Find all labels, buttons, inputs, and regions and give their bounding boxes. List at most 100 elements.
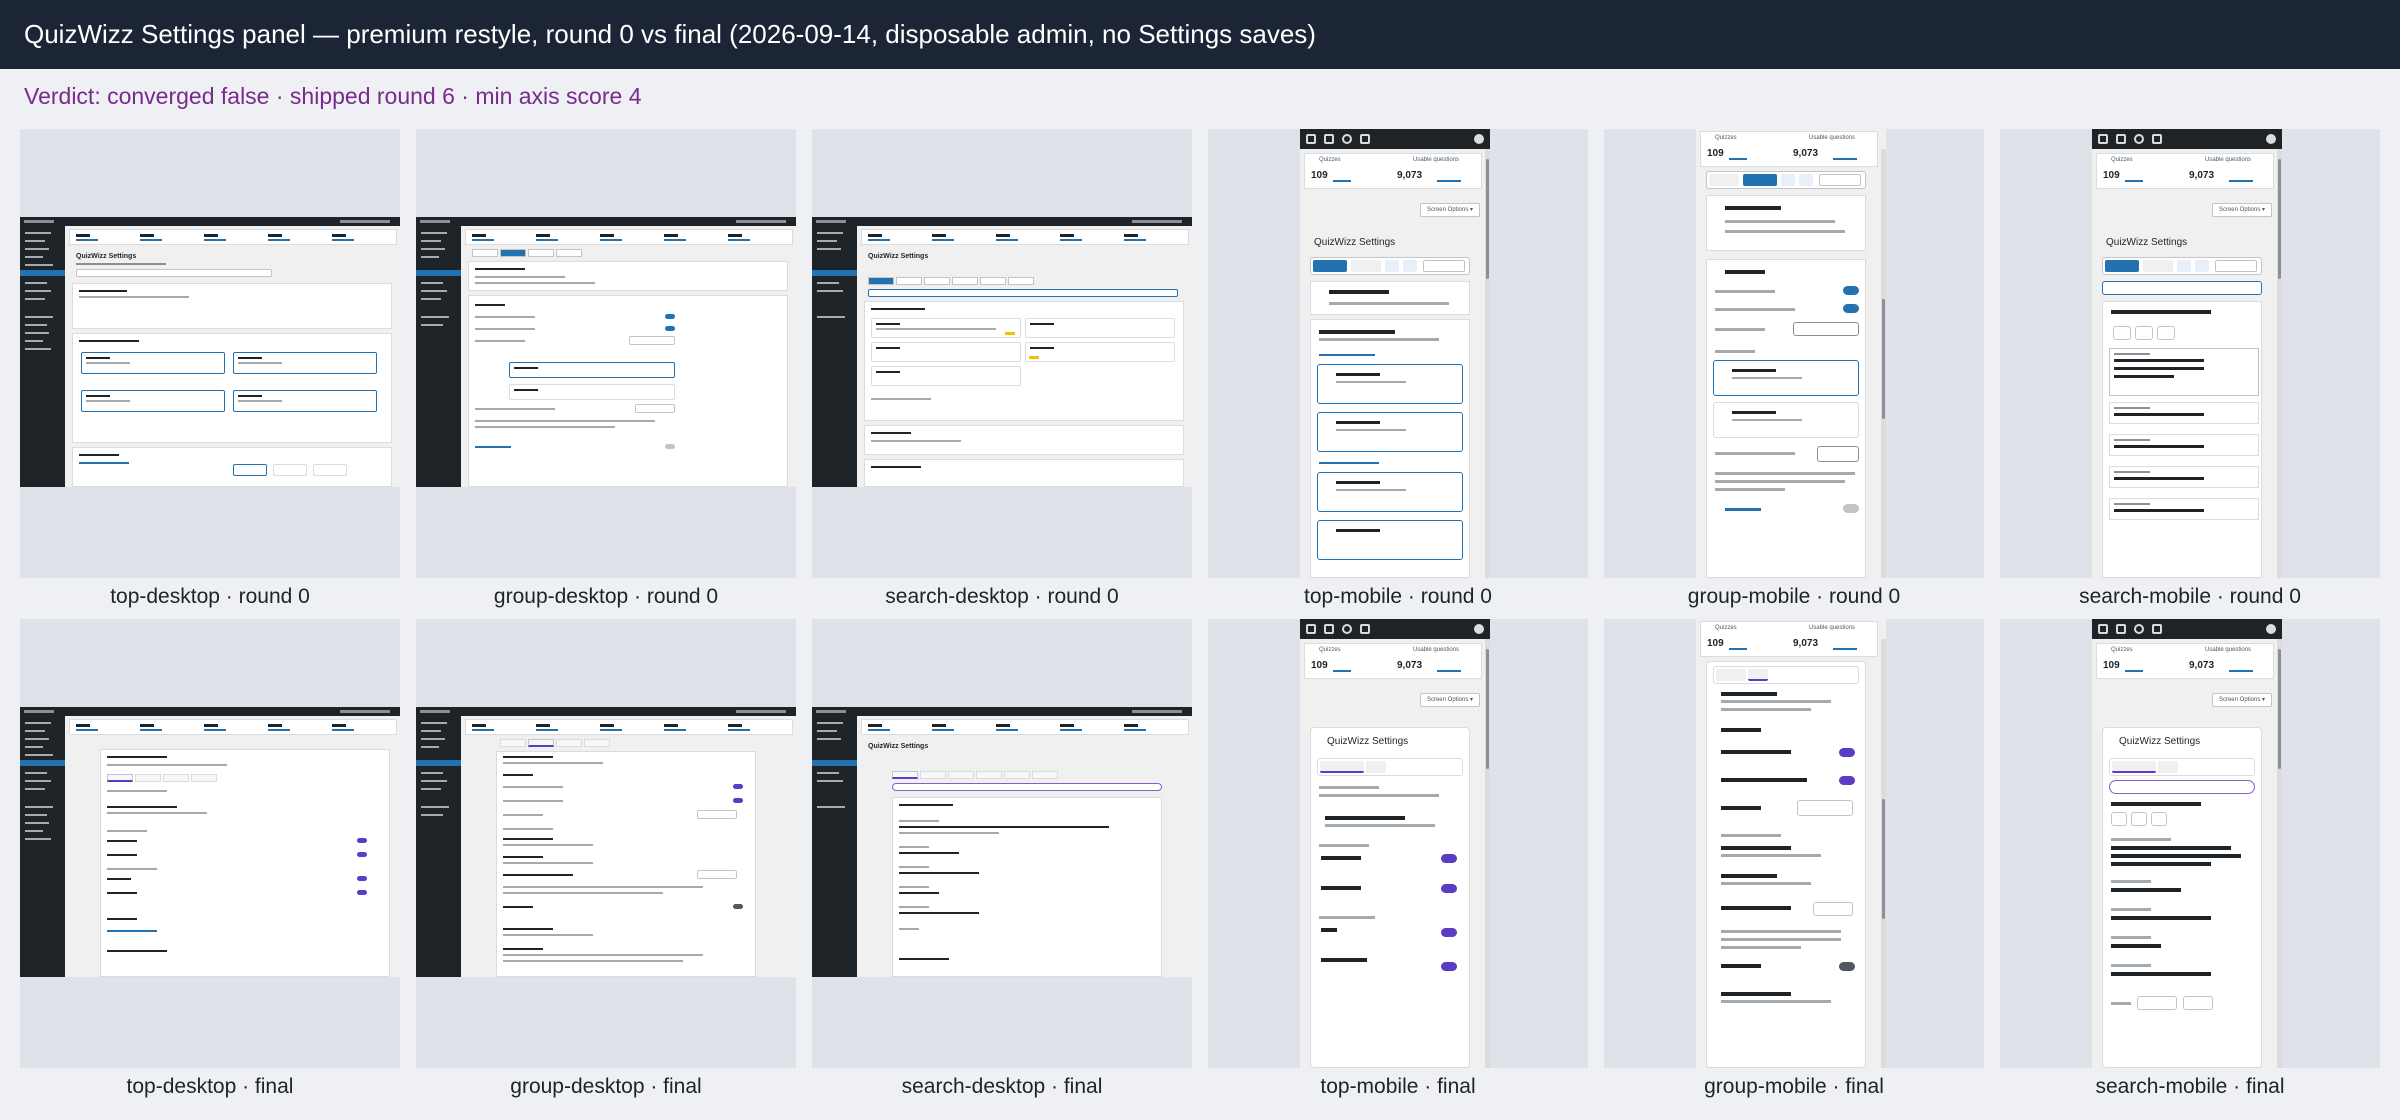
stats-strip — [861, 229, 1189, 245]
stats-strip — [69, 719, 397, 735]
screenshot-frame — [20, 619, 400, 1068]
shot-caption: top-desktop · round 0 — [110, 585, 310, 608]
shot-caption: group-desktop · final — [510, 1075, 702, 1098]
screen-options-button[interactable]: Screen Options ▾ — [2212, 693, 2272, 707]
mobile-screenshot: Quizzes Usable questions 109 9,073 Scree… — [2092, 129, 2282, 578]
desktop-screenshot: QuizWizz Settings — [20, 217, 400, 487]
mobile-screenshot: Quizzes Usable questions 109 9,073 Scree… — [1300, 129, 1490, 578]
admin-bar — [416, 707, 796, 716]
screenshot-frame: QuizWizz Settings — [812, 129, 1192, 578]
mobile-screenshot: Quizzes Usable questions 109 9,073 — [1696, 619, 1886, 1068]
group-tabs[interactable] — [1706, 171, 1866, 189]
admin-bar — [812, 707, 1192, 716]
desktop-screenshot — [416, 217, 796, 487]
online-player-panel — [468, 261, 788, 291]
desktop-screenshot — [20, 707, 400, 977]
stats-strip — [69, 229, 397, 245]
screenshot-frame: Quizzes Usable questions 109 9,073 Scree… — [1208, 619, 1588, 1068]
settings-title: QuizWizz Settings — [76, 253, 137, 260]
screen-options-button[interactable]: Screen Options ▾ — [2212, 203, 2272, 217]
admin-bar — [1300, 619, 1490, 639]
feedback-panel — [496, 751, 756, 977]
shot-caption: search-desktop · final — [901, 1075, 1103, 1098]
experiences-card — [1310, 319, 1470, 578]
general-defaults-card — [1310, 281, 1470, 315]
settings-search[interactable] — [76, 269, 272, 277]
settings-panel: QuizWizz Settings — [1310, 727, 1470, 1068]
desktop-screenshot — [416, 707, 796, 977]
admin-bar — [812, 217, 1192, 226]
experiences-panel — [864, 459, 1184, 487]
shot-caption: search-mobile · round 0 — [2079, 585, 2301, 608]
screenshot-frame: Quizzes Usable questions 109 9,073 Scree… — [2000, 619, 2380, 1068]
settings-title: QuizWizz Settings — [1314, 237, 1396, 248]
stats-card: Quizzes Usable questions 109 9,073 — [1700, 621, 1878, 657]
shot-caption: top-mobile · round 0 — [1304, 585, 1492, 608]
settings-search[interactable] — [2109, 780, 2255, 794]
group-tabs[interactable] — [2102, 257, 2262, 275]
admin-bar — [20, 707, 400, 716]
settings-title: QuizWizz Settings — [868, 743, 929, 750]
experiences-panel — [72, 333, 392, 443]
shot-caption: group-mobile · final — [1704, 1075, 1884, 1098]
stats-card: Quizzes Usable questions 109 9,073 — [2096, 643, 2274, 679]
group-tabs[interactable] — [1310, 257, 1470, 275]
feedback-card — [1706, 259, 1866, 578]
search-results-panel — [892, 797, 1162, 977]
admin-menu — [812, 226, 857, 487]
screenshot-frame: QuizWizz Settings — [812, 619, 1192, 1068]
admin-menu — [812, 716, 857, 977]
stats-strip — [465, 229, 793, 245]
online-player-card — [1706, 195, 1866, 251]
general-defaults-panel — [864, 425, 1184, 455]
settings-search[interactable] — [2102, 281, 2262, 295]
general-defaults-panel — [72, 283, 392, 329]
group-tabs[interactable] — [1713, 666, 1859, 684]
admin-bar — [20, 217, 400, 226]
settings-panel — [1706, 661, 1866, 1068]
settings-search[interactable] — [868, 289, 1178, 297]
stats-card: Quizzes Usable questions 109 9,073 — [2096, 153, 2274, 189]
admin-menu — [416, 716, 461, 977]
screenshot-frame — [416, 129, 796, 578]
settings-panel — [100, 749, 390, 977]
settings-title: QuizWizz Settings — [868, 253, 929, 260]
screenshot-frame: Quizzes Usable questions 109 9,073 — [1604, 129, 1984, 578]
shot-caption: top-desktop · final — [126, 1075, 294, 1098]
screen-options-button[interactable]: Screen Options ▾ — [1420, 693, 1480, 707]
desktop-screenshot: QuizWizz Settings — [812, 217, 1192, 487]
settings-title: QuizWizz Settings — [2106, 237, 2188, 248]
admin-bar — [2092, 129, 2282, 149]
admin-bar — [1300, 129, 1490, 149]
shot-caption: search-mobile · final — [2095, 1075, 2285, 1098]
screenshot-frame: QuizWizz Settings — [20, 129, 400, 578]
group-tabs[interactable] — [2109, 758, 2255, 776]
shot-caption: group-desktop · round 0 — [493, 585, 719, 608]
page-title: QuizWizz Settings panel — premium restyl… — [24, 19, 1316, 49]
admin-menu — [20, 716, 65, 977]
screenshot-frame: Quizzes Usable questions 109 9,073 Scree… — [1208, 129, 1588, 578]
group-tabs[interactable] — [1317, 758, 1463, 776]
admin-bar — [416, 217, 796, 226]
shot-caption: search-desktop · round 0 — [885, 585, 1119, 608]
search-results-panel — [864, 301, 1184, 421]
verdict-line: Verdict: converged false · shipped round… — [24, 83, 642, 109]
page-header: QuizWizz Settings panel — premium restyl… — [0, 0, 2400, 69]
mobile-screenshot: Quizzes Usable questions 109 9,073 Scree… — [1300, 619, 1490, 1068]
stats-card: Quizzes Usable questions 109 9,073 — [1700, 131, 1878, 167]
desktop-screenshot: QuizWizz Settings — [812, 707, 1192, 977]
screen-options-button[interactable]: Screen Options ▾ — [1420, 203, 1480, 217]
stats-strip — [465, 719, 793, 735]
admin-menu — [416, 226, 461, 487]
feedback-panel — [468, 295, 788, 487]
settings-search[interactable] — [892, 783, 1162, 791]
search-results-panel — [2102, 301, 2262, 578]
settings-panel: QuizWizz Settings — [2102, 727, 2262, 1068]
stats-card: Quizzes Usable questions 109 9,073 — [1304, 153, 1482, 189]
screenshot-frame: Quizzes Usable questions 109 9,073 Scree… — [2000, 129, 2380, 578]
mobile-screenshot: Quizzes Usable questions 109 9,073 — [1696, 129, 1886, 578]
admin-menu — [20, 226, 65, 487]
mobile-screenshot: Quizzes Usable questions 109 9,073 Scree… — [2092, 619, 2282, 1068]
stats-strip — [861, 719, 1189, 735]
screenshot-frame — [416, 619, 796, 1068]
